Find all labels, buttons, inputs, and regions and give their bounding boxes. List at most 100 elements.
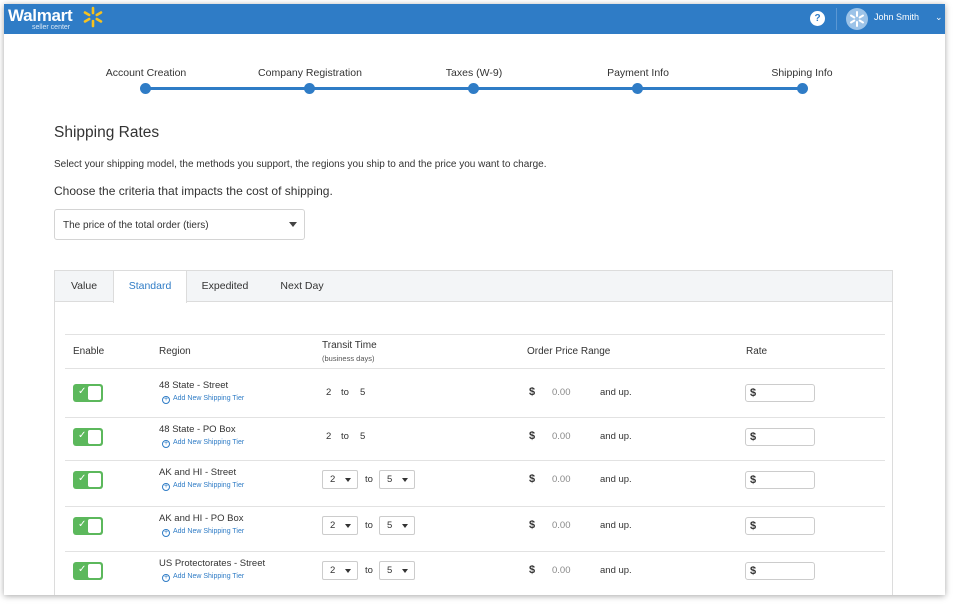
brand-name: Walmart [8, 6, 73, 25]
and-up-label: and up. [600, 520, 632, 531]
transit-max-select[interactable]: 5 [379, 561, 415, 580]
add-tier-label: Add New Shipping Tier [173, 482, 245, 489]
transit-to-label: to [365, 474, 373, 485]
price-min-value: 0.00 [552, 520, 571, 531]
col-header-region: Region [159, 346, 191, 357]
add-shipping-tier-link[interactable]: + Add New Shipping Tier [162, 528, 244, 537]
add-tier-label: Add New Shipping Tier [173, 439, 245, 446]
top-bar: Walmart seller center ? John Smith ⌄ [4, 4, 945, 34]
transit-min-value: 2 [330, 565, 336, 576]
app-window: Walmart seller center ? John Smith ⌄ Acc… [4, 4, 945, 595]
rate-currency-symbol: $ [750, 431, 757, 443]
shipping-methods-panel: Value Standard Expedited Next Day Enable… [54, 270, 893, 595]
rate-input[interactable]: $ [745, 517, 815, 535]
region-name: US Protectorates - Street [159, 558, 266, 569]
step-label-account-creation: Account Creation [105, 67, 187, 79]
transit-min-select[interactable]: 2 [322, 516, 358, 535]
step-dot-shipping-info [797, 83, 808, 94]
enable-toggle[interactable]: ✓ [73, 471, 103, 489]
check-icon: ✓ [78, 473, 87, 484]
currency-symbol: $ [529, 473, 536, 485]
header-divider [836, 8, 837, 30]
plus-circle-icon: + [162, 483, 170, 491]
tab-expedited[interactable]: Expedited [187, 271, 263, 302]
col-header-transit-sub: (business days) [322, 354, 375, 363]
transit-min-select[interactable]: 2 [322, 561, 358, 580]
and-up-label: and up. [600, 431, 632, 442]
check-icon: ✓ [78, 386, 87, 397]
table-header-border [65, 368, 885, 369]
price-min-value: 0.00 [552, 431, 571, 442]
currency-symbol: $ [529, 430, 536, 442]
transit-max-select[interactable]: 5 [379, 516, 415, 535]
brand-subtitle: seller center [32, 24, 71, 31]
col-header-price-range: Order Price Range [527, 346, 611, 357]
rate-currency-symbol: $ [750, 474, 757, 486]
tab-value[interactable]: Value [55, 271, 113, 302]
avatar[interactable] [846, 8, 868, 30]
add-shipping-tier-link[interactable]: + Add New Shipping Tier [162, 573, 244, 582]
toggle-knob [88, 519, 101, 533]
enable-toggle[interactable]: ✓ [73, 428, 103, 446]
col-header-transit: Transit Time [322, 340, 377, 351]
and-up-label: and up. [600, 474, 632, 485]
plus-circle-icon: + [162, 396, 170, 404]
row-divider [65, 551, 885, 552]
caret-down-icon [345, 569, 351, 573]
transit-min-value: 2 [326, 431, 332, 442]
caret-down-icon [402, 524, 408, 528]
check-icon: ✓ [78, 564, 87, 575]
user-name[interactable]: John Smith [874, 12, 919, 22]
walmart-logo[interactable]: Walmart seller center [8, 6, 73, 31]
toggle-knob [88, 564, 101, 578]
plus-circle-icon: + [162, 440, 170, 448]
add-shipping-tier-link[interactable]: + Add New Shipping Tier [162, 395, 244, 404]
transit-min-value: 2 [326, 387, 332, 398]
transit-min-select[interactable]: 2 [322, 470, 358, 489]
col-header-rate: Rate [746, 346, 768, 357]
transit-max-select[interactable]: 5 [379, 470, 415, 489]
transit-to-label: to [365, 520, 373, 531]
criteria-select[interactable]: The price of the total order (tiers) [54, 209, 305, 240]
toggle-knob [88, 473, 101, 487]
rate-input[interactable]: $ [745, 562, 815, 580]
spark-icon [83, 6, 103, 28]
rate-input[interactable]: $ [745, 471, 815, 489]
add-tier-label: Add New Shipping Tier [173, 528, 245, 535]
chevron-down-icon[interactable]: ⌄ [935, 12, 943, 23]
transit-to-label: to [365, 565, 373, 576]
row-divider [65, 417, 885, 418]
rate-input[interactable]: $ [745, 384, 815, 402]
caret-down-icon [345, 524, 351, 528]
region-name: 48 State - PO Box [159, 424, 236, 435]
row-divider [65, 460, 885, 461]
price-min-value: 0.00 [552, 387, 571, 398]
enable-toggle[interactable]: ✓ [73, 384, 103, 402]
tab-standard[interactable]: Standard [113, 271, 187, 303]
enable-toggle[interactable]: ✓ [73, 517, 103, 535]
rate-currency-symbol: $ [750, 520, 757, 532]
add-tier-label: Add New Shipping Tier [173, 395, 245, 402]
add-shipping-tier-link[interactable]: + Add New Shipping Tier [162, 482, 244, 491]
and-up-label: and up. [600, 565, 632, 576]
transit-max-value: 5 [360, 387, 366, 398]
row-divider [65, 506, 885, 507]
transit-max-value: 5 [360, 431, 366, 442]
rate-input[interactable]: $ [745, 428, 815, 446]
table-top-border [65, 334, 885, 335]
price-min-value: 0.00 [552, 474, 571, 485]
rate-currency-symbol: $ [750, 565, 757, 577]
add-shipping-tier-link[interactable]: + Add New Shipping Tier [162, 439, 244, 448]
caret-down-icon [345, 478, 351, 482]
enable-toggle[interactable]: ✓ [73, 562, 103, 580]
transit-max-value: 5 [387, 474, 393, 485]
transit-max-value: 5 [387, 520, 393, 531]
region-name: AK and HI - Street [159, 467, 237, 478]
transit-max-value: 5 [387, 565, 393, 576]
transit-min-value: 2 [330, 474, 336, 485]
step-dot-account-creation [140, 83, 151, 94]
page-title: Shipping Rates [54, 124, 160, 141]
check-icon: ✓ [78, 519, 87, 530]
help-icon[interactable]: ? [810, 11, 825, 26]
tab-next-day[interactable]: Next Day [263, 271, 341, 302]
